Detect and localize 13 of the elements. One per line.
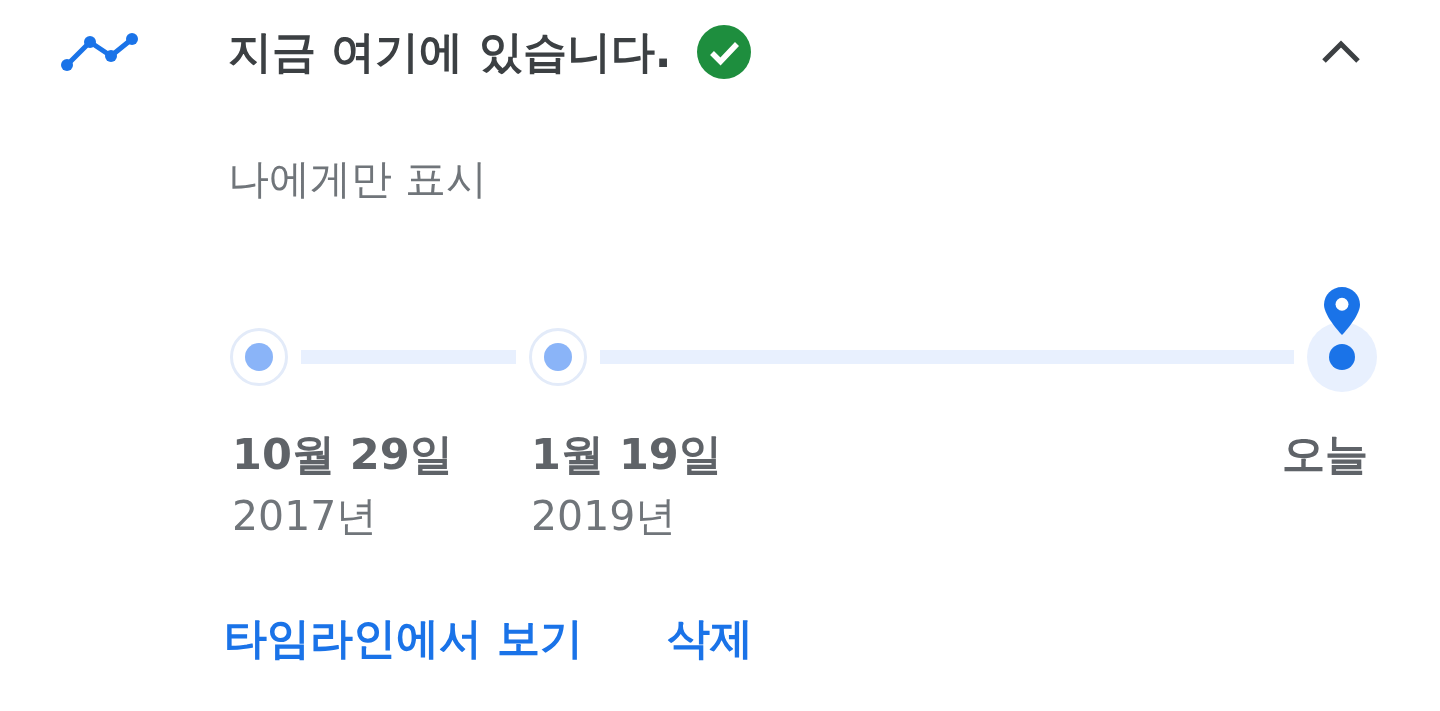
route-icon: [60, 32, 138, 72]
location-pin-icon: [1324, 287, 1360, 335]
action-link[interactable]: 타임라인에서 보기: [224, 609, 583, 667]
chevron-icon: [1320, 39, 1362, 65]
stop-year: 2019년: [531, 491, 677, 542]
stop-date: 1월 19일: [531, 428, 722, 481]
action-link[interactable]: 삭제: [667, 609, 753, 667]
stop-year: 2017년: [232, 491, 378, 542]
stop-date: 10월 29일: [232, 428, 453, 481]
collapse-button[interactable]: [1320, 39, 1362, 65]
visibility-label: 나에게만 표시: [228, 154, 488, 205]
stop-date: 오늘: [1282, 428, 1368, 481]
place-title: 지금 여기에 있습니다.: [228, 25, 672, 79]
